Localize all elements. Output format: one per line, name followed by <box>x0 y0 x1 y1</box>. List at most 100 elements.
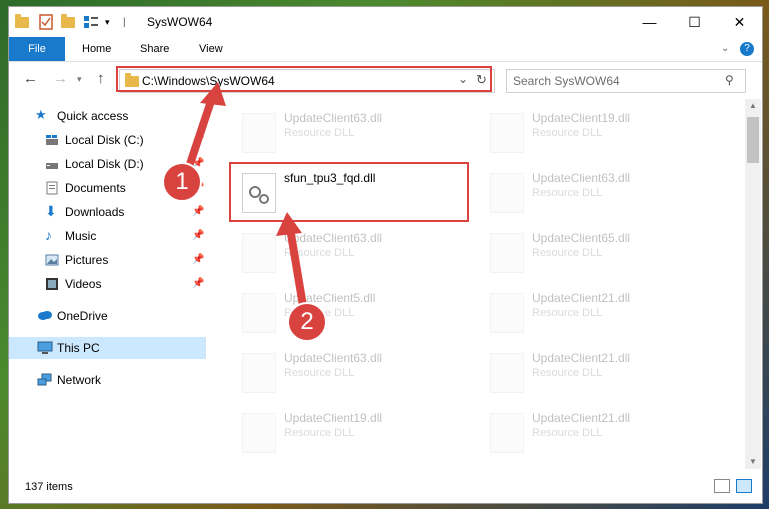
recent-locations-chevron-icon[interactable]: ▾ <box>77 74 82 85</box>
search-icon[interactable]: ⚲ <box>725 73 734 87</box>
sidebar-item-pictures[interactable]: Pictures 📌 <box>9 249 206 271</box>
search-input[interactable]: Search SysWOW64 ⚲ <box>506 69 746 93</box>
file-type: Resource DLL <box>284 367 355 379</box>
item-count: 137 items <box>25 481 73 493</box>
dll-file-icon <box>490 173 524 213</box>
file-type: Resource DLL <box>284 127 355 139</box>
sidebar-item-downloads[interactable]: ⬇ Downloads 📌 <box>9 201 206 223</box>
file-type: Resource DLL <box>532 367 603 379</box>
file-name: UpdateClient63.dll <box>284 111 383 125</box>
maximize-icon[interactable]: ☐ <box>672 7 717 37</box>
sidebar-item-label: Downloads <box>65 205 125 219</box>
file-item[interactable]: UpdateClient19.dll Resource DLL <box>480 107 700 159</box>
pin-icon[interactable]: 📌 <box>192 230 204 241</box>
file-name: UpdateClient63.dll <box>284 351 383 365</box>
customize-toolbar-chevron-icon[interactable]: ▾ <box>105 13 110 31</box>
file-name: UpdateClient63.dll <box>284 231 383 245</box>
videos-icon <box>45 277 59 291</box>
file-type: Resource DLL <box>532 307 603 319</box>
file-type: Resource DLL <box>284 427 355 439</box>
cloud-icon <box>37 309 52 323</box>
file-item[interactable]: UpdateClient21.dll Resource DLL <box>480 287 700 339</box>
large-icons-view-icon[interactable] <box>736 479 752 493</box>
pin-icon[interactable]: 📌 <box>192 206 204 217</box>
tab-home[interactable]: Home <box>82 37 111 61</box>
window-title: SysWOW64 <box>147 15 213 29</box>
scroll-up-icon[interactable]: ▲ <box>749 101 757 110</box>
dll-file-icon <box>490 293 524 333</box>
file-item[interactable]: UpdateClient63.dll Resource DLL <box>232 107 452 159</box>
sidebar-item-label: Network <box>57 373 102 387</box>
file-item[interactable]: UpdateClient21.dll Resource DLL <box>480 347 700 399</box>
sidebar-item-label: Videos <box>65 277 102 291</box>
computer-icon <box>37 341 53 355</box>
sidebar-item-onedrive[interactable]: OneDrive <box>9 305 206 327</box>
file-name: UpdateClient21.dll <box>532 411 631 425</box>
file-name: UpdateClient19.dll <box>284 411 383 425</box>
pin-icon[interactable]: 📌 <box>192 254 204 265</box>
sidebar-item-label: OneDrive <box>57 309 108 323</box>
file-type: Resource DLL <box>532 187 603 199</box>
address-highlight-box <box>116 66 492 92</box>
file-item[interactable]: UpdateClient63.dll Resource DLL <box>480 167 700 219</box>
scroll-down-icon[interactable]: ▼ <box>749 457 757 466</box>
file-name: UpdateClient19.dll <box>532 111 631 125</box>
sidebar-item-videos[interactable]: Videos 📌 <box>9 273 206 295</box>
vertical-scrollbar[interactable]: ▲ ▼ <box>745 99 761 469</box>
file-type: Resource DLL <box>284 247 355 259</box>
file-type: Resource DLL <box>532 127 603 139</box>
dll-file-icon <box>490 413 524 453</box>
back-arrow-icon[interactable]: ← <box>23 70 38 87</box>
sidebar-item-local-disk-c[interactable]: Local Disk (C:) 📌 <box>9 129 206 151</box>
status-bar: 137 items <box>9 471 762 503</box>
file-item[interactable]: UpdateClient63.dll Resource DLL <box>232 347 452 399</box>
sidebar-item-network[interactable]: Network <box>9 369 206 391</box>
sidebar-item-music[interactable]: ♪ Music 📌 <box>9 225 206 247</box>
properties-icon[interactable] <box>39 13 53 31</box>
dll-file-icon <box>242 233 276 273</box>
dll-file-icon <box>490 233 524 273</box>
file-type: Resource DLL <box>532 427 603 439</box>
ribbon: File Home Share View ⌄ ? <box>9 37 762 62</box>
file-item[interactable]: UpdateClient63.dll Resource DLL <box>232 227 452 279</box>
tab-share[interactable]: Share <box>140 37 169 61</box>
file-name: UpdateClient21.dll <box>532 351 631 365</box>
pin-icon[interactable]: 📌 <box>192 134 204 145</box>
tab-view[interactable]: View <box>199 37 223 61</box>
sidebar-item-quick-access[interactable]: ★ Quick access <box>9 105 206 127</box>
sidebar-item-label: Music <box>65 229 97 243</box>
step-2-marker: 2 <box>287 302 327 342</box>
up-arrow-icon[interactable]: ↑ <box>97 70 105 87</box>
close-icon[interactable]: ✕ <box>717 7 762 37</box>
sidebar-item-this-pc[interactable]: This PC <box>9 337 206 359</box>
scroll-thumb[interactable] <box>747 117 759 163</box>
dll-file-icon <box>242 353 276 393</box>
quick-access-folder-icon[interactable] <box>15 13 31 31</box>
music-icon: ♪ <box>45 227 52 243</box>
forward-arrow-icon[interactable]: → <box>53 70 68 87</box>
sidebar-item-label: Pictures <box>65 253 109 267</box>
network-icon <box>37 373 52 387</box>
drive-icon <box>45 133 59 147</box>
sidebar-item-label: Local Disk (C:) <box>65 133 144 147</box>
file-name: UpdateClient65.dll <box>532 231 631 245</box>
view-options-icon[interactable] <box>83 13 99 31</box>
new-folder-icon[interactable] <box>61 13 75 31</box>
file-item[interactable]: UpdateClient19.dll Resource DLL <box>232 407 452 459</box>
file-item[interactable]: UpdateClient5.dll Resource DLL <box>232 287 452 339</box>
minimize-icon[interactable]: — <box>627 7 672 37</box>
expand-ribbon-chevron-icon[interactable]: ⌄ <box>721 37 729 61</box>
sidebar-item-label: Quick access <box>57 109 129 123</box>
downloads-icon: ⬇ <box>45 203 57 219</box>
pin-icon[interactable]: 📌 <box>192 278 204 289</box>
file-item[interactable]: UpdateClient21.dll Resource DLL <box>480 407 700 459</box>
dll-file-icon <box>490 353 524 393</box>
details-view-icon[interactable] <box>714 479 730 493</box>
title-bar: ▾ | SysWOW64 — ☐ ✕ <box>9 7 762 37</box>
dll-file-icon <box>242 293 276 333</box>
drive-icon <box>45 157 59 171</box>
help-icon[interactable]: ? <box>740 42 754 56</box>
step-1-marker: 1 <box>162 162 202 202</box>
tab-file[interactable]: File <box>9 37 65 61</box>
file-item[interactable]: UpdateClient65.dll Resource DLL <box>480 227 700 279</box>
